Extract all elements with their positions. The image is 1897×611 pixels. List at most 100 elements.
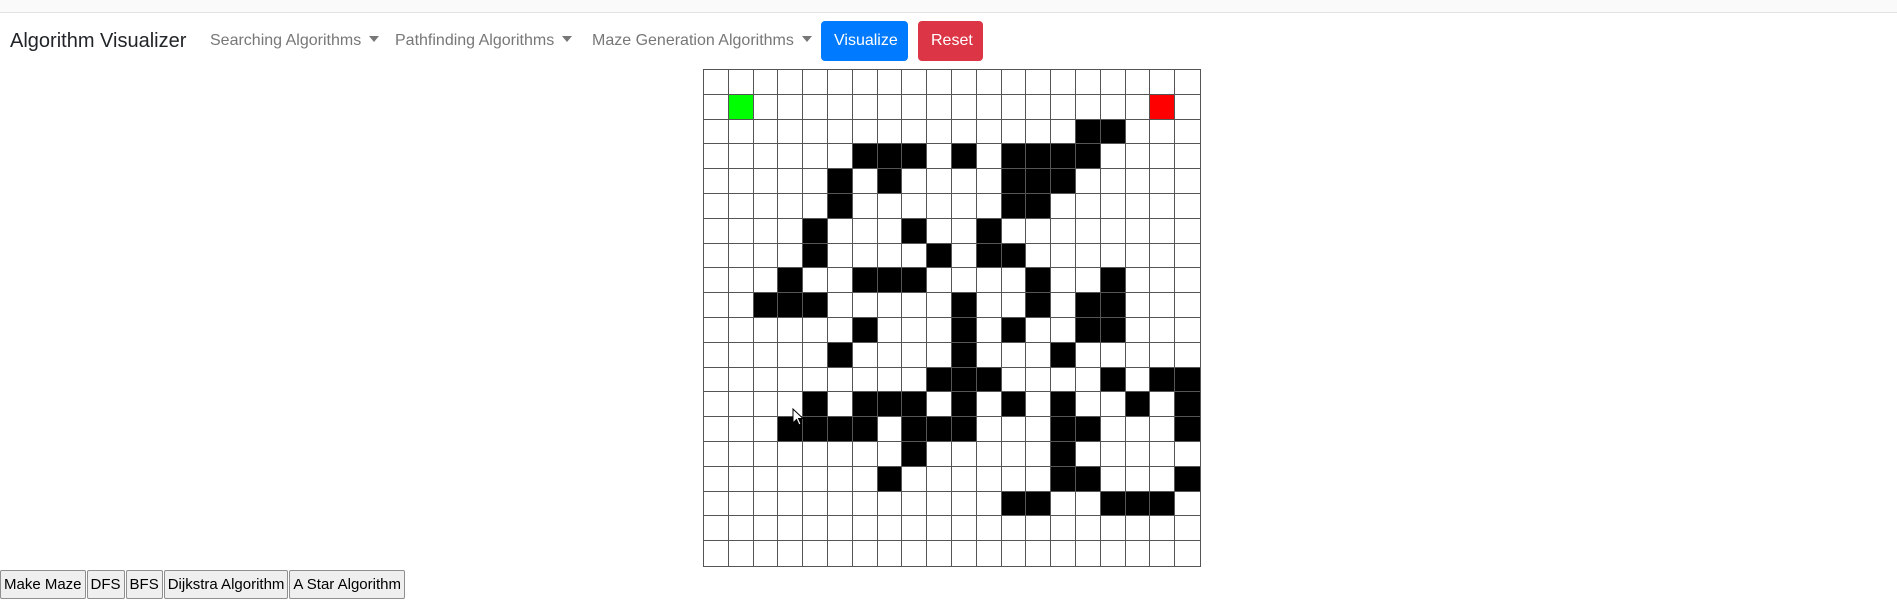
grid-cell[interactable] bbox=[827, 218, 853, 244]
grid-cell[interactable] bbox=[1001, 70, 1027, 95]
wall-cell[interactable] bbox=[1075, 466, 1101, 492]
grid-cell[interactable] bbox=[778, 367, 804, 393]
grid-cell[interactable] bbox=[1150, 70, 1176, 95]
grid-cell[interactable] bbox=[704, 144, 729, 170]
grid-cell[interactable] bbox=[827, 293, 853, 318]
grid-cell[interactable] bbox=[1125, 441, 1151, 467]
wall-cell[interactable] bbox=[1001, 144, 1027, 170]
wall-cell[interactable] bbox=[951, 317, 977, 343]
grid-cell[interactable] bbox=[704, 516, 729, 542]
grid-cell[interactable] bbox=[753, 94, 779, 120]
grid-cell[interactable] bbox=[902, 243, 928, 269]
wall-cell[interactable] bbox=[1001, 193, 1027, 219]
grid-cell[interactable] bbox=[1026, 541, 1052, 566]
grid-cell[interactable] bbox=[1026, 119, 1052, 145]
grid-cell[interactable] bbox=[1026, 317, 1052, 343]
grid-cell[interactable] bbox=[1075, 342, 1101, 368]
grid-cell[interactable] bbox=[728, 541, 754, 566]
grid-cell[interactable] bbox=[803, 342, 828, 368]
wall-cell[interactable] bbox=[902, 441, 928, 467]
grid-cell[interactable] bbox=[927, 70, 952, 95]
wall-cell[interactable] bbox=[1150, 491, 1176, 517]
wall-cell[interactable] bbox=[803, 392, 828, 418]
grid-cell[interactable] bbox=[1075, 268, 1101, 294]
grid-cell[interactable] bbox=[976, 193, 1002, 219]
wall-cell[interactable] bbox=[1100, 119, 1126, 145]
grid-cell[interactable] bbox=[803, 466, 828, 492]
grid-cell[interactable] bbox=[728, 392, 754, 418]
grid-cell[interactable] bbox=[728, 516, 754, 542]
wall-cell[interactable] bbox=[927, 367, 952, 393]
wall-cell[interactable] bbox=[951, 367, 977, 393]
grid-cell[interactable] bbox=[778, 119, 804, 145]
grid-cell[interactable] bbox=[1150, 342, 1176, 368]
grid-cell[interactable] bbox=[753, 342, 779, 368]
grid-cell[interactable] bbox=[976, 417, 1002, 442]
grid-cell[interactable] bbox=[951, 541, 977, 566]
grid-cell[interactable] bbox=[852, 218, 878, 244]
grid-cell[interactable] bbox=[704, 193, 729, 219]
grid-cell[interactable] bbox=[778, 317, 804, 343]
grid-cell[interactable] bbox=[1026, 441, 1052, 467]
grid-cell[interactable] bbox=[902, 541, 928, 566]
wall-cell[interactable] bbox=[1026, 144, 1052, 170]
wall-cell[interactable] bbox=[951, 342, 977, 368]
grid-cell[interactable] bbox=[728, 466, 754, 492]
grid-cell[interactable] bbox=[1100, 70, 1126, 95]
grid-cell[interactable] bbox=[1051, 491, 1076, 517]
wall-cell[interactable] bbox=[1051, 441, 1076, 467]
grid-cell[interactable] bbox=[927, 193, 952, 219]
wall-cell[interactable] bbox=[852, 144, 878, 170]
grid-cell[interactable] bbox=[1100, 193, 1126, 219]
grid-cell[interactable] bbox=[778, 70, 804, 95]
grid-cell[interactable] bbox=[976, 466, 1002, 492]
grid-cell[interactable] bbox=[877, 94, 903, 120]
grid-cell[interactable] bbox=[1026, 243, 1052, 269]
grid-cell[interactable] bbox=[1075, 441, 1101, 467]
grid-cell[interactable] bbox=[728, 119, 754, 145]
grid-cell[interactable] bbox=[927, 392, 952, 418]
grid-cell[interactable] bbox=[976, 268, 1002, 294]
grid-cell[interactable] bbox=[1150, 193, 1176, 219]
grid-cell[interactable] bbox=[778, 541, 804, 566]
grid-cell[interactable] bbox=[1150, 268, 1176, 294]
grid-cell[interactable] bbox=[1100, 218, 1126, 244]
grid-cell[interactable] bbox=[753, 169, 779, 194]
grid-cell[interactable] bbox=[1150, 119, 1176, 145]
astar-button[interactable]: A Star Algorithm bbox=[289, 570, 405, 599]
grid-cell[interactable] bbox=[927, 491, 952, 517]
grid-cell[interactable] bbox=[927, 218, 952, 244]
wall-cell[interactable] bbox=[877, 392, 903, 418]
grid-cell[interactable] bbox=[902, 516, 928, 542]
wall-cell[interactable] bbox=[852, 268, 878, 294]
grid-cell[interactable] bbox=[1125, 144, 1151, 170]
grid-cell[interactable] bbox=[1051, 516, 1076, 542]
grid-cell[interactable] bbox=[753, 417, 779, 442]
grid-cell[interactable] bbox=[852, 169, 878, 194]
wall-cell[interactable] bbox=[1026, 193, 1052, 219]
grid-cell[interactable] bbox=[778, 144, 804, 170]
grid-cell[interactable] bbox=[1075, 516, 1101, 542]
grid-cell[interactable] bbox=[1100, 243, 1126, 269]
grid-cell[interactable] bbox=[1075, 541, 1101, 566]
grid-cell[interactable] bbox=[1175, 144, 1200, 170]
grid-cell[interactable] bbox=[852, 293, 878, 318]
grid-cell[interactable] bbox=[1125, 218, 1151, 244]
grid-cell[interactable] bbox=[877, 218, 903, 244]
grid-cell[interactable] bbox=[927, 268, 952, 294]
grid-cell[interactable] bbox=[1026, 342, 1052, 368]
grid-cell[interactable] bbox=[728, 193, 754, 219]
grid-cell[interactable] bbox=[704, 243, 729, 269]
grid-cell[interactable] bbox=[951, 193, 977, 219]
wall-cell[interactable] bbox=[1100, 317, 1126, 343]
wall-cell[interactable] bbox=[827, 169, 853, 194]
grid-cell[interactable] bbox=[753, 243, 779, 269]
wall-cell[interactable] bbox=[1100, 268, 1126, 294]
grid-cell[interactable] bbox=[877, 293, 903, 318]
grid-cell[interactable] bbox=[1150, 293, 1176, 318]
grid-cell[interactable] bbox=[1125, 342, 1151, 368]
grid-cell[interactable] bbox=[753, 392, 779, 418]
wall-cell[interactable] bbox=[1100, 367, 1126, 393]
grid-cell[interactable] bbox=[951, 169, 977, 194]
grid-cell[interactable] bbox=[852, 541, 878, 566]
